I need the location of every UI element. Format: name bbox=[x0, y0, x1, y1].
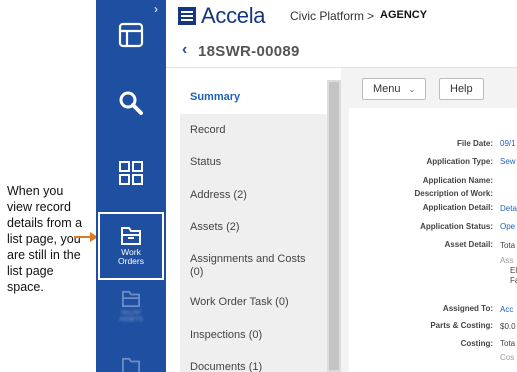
costing-value: Tota bbox=[500, 339, 516, 348]
work-orders-label: Work Orders bbox=[118, 247, 144, 266]
application-type-label: Application Type: bbox=[426, 157, 493, 166]
rail-apps-button[interactable] bbox=[96, 156, 166, 190]
assigned-to-value[interactable]: Acc bbox=[500, 305, 517, 315]
folder-icon bbox=[122, 357, 140, 372]
grid-icon bbox=[119, 161, 143, 185]
scrollbar-thumb[interactable] bbox=[329, 82, 339, 370]
application-type-value[interactable]: Sew bbox=[500, 157, 517, 167]
file-date-value: 09/1 bbox=[500, 139, 516, 148]
record-header: ‹ 18SWR-00089 bbox=[166, 34, 517, 68]
expand-rail-icon[interactable]: › bbox=[154, 2, 158, 16]
asset-detail-label: Asset Detail: bbox=[444, 240, 493, 249]
assets-label: SECAP ASSETS bbox=[119, 310, 143, 323]
back-chevron-icon[interactable]: ‹ bbox=[182, 41, 187, 59]
application-name-label: Application Name: bbox=[422, 176, 493, 185]
agency-name[interactable]: AGENCY bbox=[380, 9, 427, 21]
rail-assets-button[interactable]: SECAP ASSETS bbox=[96, 290, 166, 324]
search-icon bbox=[119, 91, 143, 115]
application-status-label: Application Status: bbox=[420, 222, 493, 231]
asset-line-2: El bbox=[510, 266, 517, 275]
application-status-value[interactable]: Ope bbox=[500, 222, 517, 232]
nav-assets[interactable]: Assets (2) bbox=[180, 221, 327, 234]
costing-line-2: Cos bbox=[500, 353, 515, 362]
platform-name: Civic Platform bbox=[290, 9, 365, 23]
callout-arrow-icon bbox=[74, 232, 98, 242]
nav-documents[interactable]: Documents (1) bbox=[180, 361, 327, 372]
app-screen: When you view record details from a list… bbox=[0, 0, 517, 372]
rail-work-orders-button[interactable]: Work Orders bbox=[98, 212, 164, 280]
nav-status[interactable]: Status bbox=[180, 156, 327, 169]
menu-button[interactable]: Menu ⌄ bbox=[362, 78, 427, 100]
chevron-down-icon: ⌄ bbox=[408, 85, 416, 94]
nav-scrollbar[interactable] bbox=[327, 80, 341, 372]
accela-logo-icon bbox=[178, 7, 196, 25]
nav-assignments-costs[interactable]: Assignments and Costs (0) bbox=[180, 253, 310, 279]
asset-line-1: Ass bbox=[500, 256, 514, 265]
assigned-to-label: Assigned To: bbox=[442, 304, 493, 313]
top-header: Accela Civic Platform > AGENCY bbox=[166, 0, 517, 34]
asset-detail-value: Tota bbox=[500, 241, 516, 250]
rail-folder-button[interactable] bbox=[96, 356, 166, 372]
left-rail: › Work Orders SECAP ASSETS bbox=[96, 0, 166, 372]
brand-name: Accela bbox=[201, 3, 266, 28]
file-date-label: File Date: bbox=[456, 139, 493, 148]
record-id: 18SWR-00089 bbox=[198, 43, 300, 60]
costing-label: Costing: bbox=[460, 339, 493, 348]
record-nav: Summary Record Status Address (2) Assets… bbox=[180, 80, 327, 372]
help-button[interactable]: Help bbox=[439, 78, 484, 100]
parts-costing-value: $0.0 bbox=[500, 322, 516, 331]
description-of-work-label: Description of Work: bbox=[414, 189, 493, 198]
asset-line-3: Fa bbox=[510, 276, 517, 285]
application-detail-value[interactable]: Deta bbox=[500, 204, 517, 214]
application-detail-label: Application Detail: bbox=[422, 203, 493, 212]
nav-address[interactable]: Address (2) bbox=[180, 189, 327, 202]
nav-inspections[interactable]: Inspections (0) bbox=[180, 329, 327, 342]
breadcrumb-separator: > bbox=[367, 9, 375, 23]
dashboard-icon bbox=[118, 22, 144, 48]
inbox-icon bbox=[122, 290, 140, 308]
rail-dashboard-button[interactable] bbox=[96, 18, 166, 52]
nav-summary[interactable]: Summary bbox=[180, 80, 327, 114]
nav-work-order-task[interactable]: Work Order Task (0) bbox=[180, 296, 327, 309]
rail-search-button[interactable] bbox=[96, 86, 166, 120]
parts-costing-label: Parts & Costing: bbox=[430, 321, 493, 330]
work-orders-icon bbox=[121, 227, 141, 245]
nav-record[interactable]: Record bbox=[180, 124, 327, 137]
